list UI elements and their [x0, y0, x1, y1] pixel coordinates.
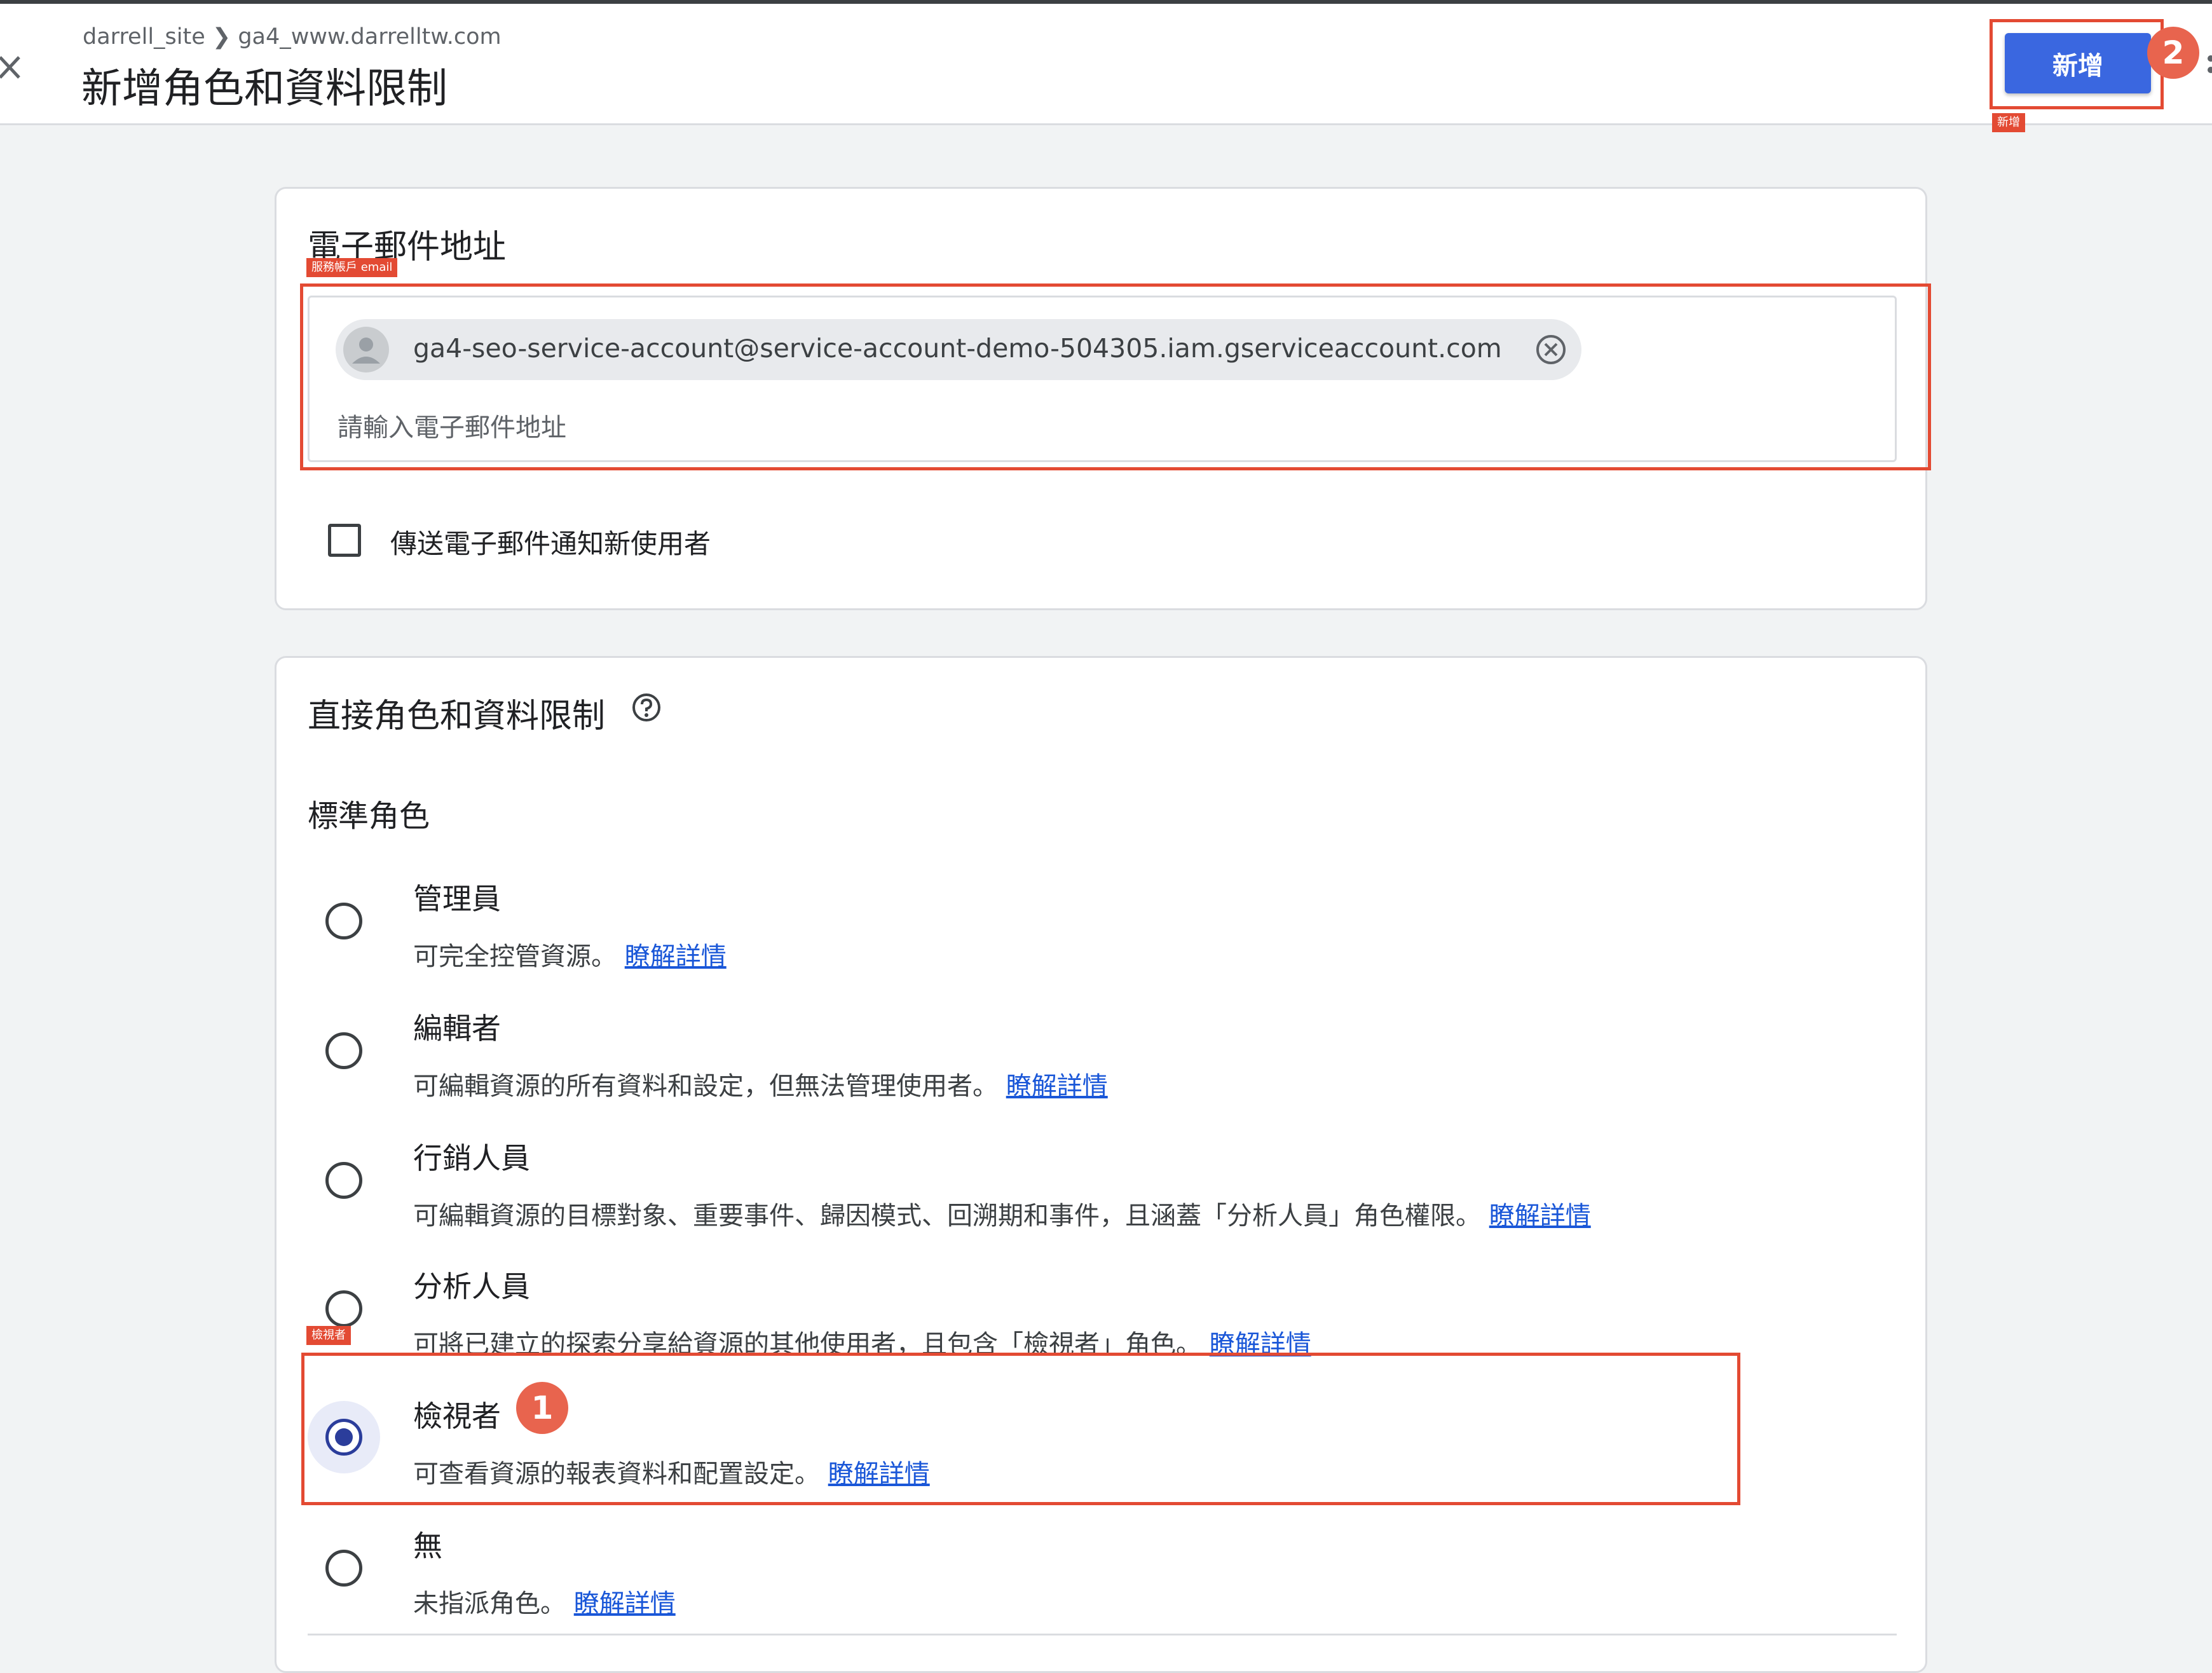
annotation-email-tag: 服務帳戶 email	[306, 258, 398, 277]
close-icon[interactable]	[0, 52, 23, 84]
roles-section-title: 直接角色和資料限制	[308, 697, 606, 735]
learn-more-link[interactable]: 瞭解詳情	[625, 942, 727, 971]
role-name-editor: 編輯者	[413, 1011, 501, 1046]
role-name-marketer: 行銷人員	[413, 1141, 530, 1175]
role-name-analyst: 分析人員	[413, 1269, 530, 1304]
more-vert-icon[interactable]	[2206, 51, 2212, 89]
annotation-viewer-tag: 檢視者	[306, 1326, 351, 1345]
radio-editor[interactable]	[325, 1032, 362, 1069]
role-desc-marketer: 可編輯資源的目標對象、重要事件、歸因模式、回溯期和事件，且涵蓋「分析人員」角色權…	[413, 1201, 1591, 1231]
notify-checkbox[interactable]	[328, 524, 361, 557]
annotation-email-frame	[300, 283, 1931, 470]
annotation-add-button-tag: 新增	[1992, 113, 2025, 132]
radio-admin[interactable]	[325, 903, 362, 939]
radio-none[interactable]	[325, 1550, 362, 1587]
notify-checkbox-label[interactable]: 傳送電子郵件通知新使用者	[390, 522, 711, 561]
learn-more-link[interactable]: 瞭解詳情	[574, 1589, 676, 1618]
radio-marketer[interactable]	[325, 1162, 362, 1199]
role-desc-none: 未指派角色。 瞭解詳情	[413, 1589, 676, 1618]
page-title: 新增角色和資料限制	[81, 65, 447, 113]
radio-analyst[interactable]	[325, 1290, 362, 1327]
annotation-viewer-frame	[301, 1353, 1740, 1505]
section-divider	[308, 1634, 1897, 1635]
page-header: darrell_site ❯ ga4_www.darrelltw.com 新增角…	[0, 4, 2212, 125]
standard-roles-label: 標準角色	[308, 798, 430, 834]
annotation-add-button-frame	[1990, 19, 2164, 109]
role-desc-admin: 可完全控管資源。 瞭解詳情	[413, 942, 727, 971]
help-icon[interactable]	[631, 692, 662, 723]
learn-more-link[interactable]: 瞭解詳情	[1489, 1201, 1591, 1231]
breadcrumb: darrell_site ❯ ga4_www.darrelltw.com	[83, 24, 502, 50]
learn-more-link[interactable]: 瞭解詳情	[1006, 1072, 1108, 1101]
role-name-admin: 管理員	[413, 882, 501, 916]
role-desc-editor: 可編輯資源的所有資料和設定，但無法管理使用者。 瞭解詳情	[413, 1072, 1108, 1101]
role-name-none: 無	[413, 1529, 442, 1563]
step-badge-2: 2	[2147, 27, 2199, 79]
